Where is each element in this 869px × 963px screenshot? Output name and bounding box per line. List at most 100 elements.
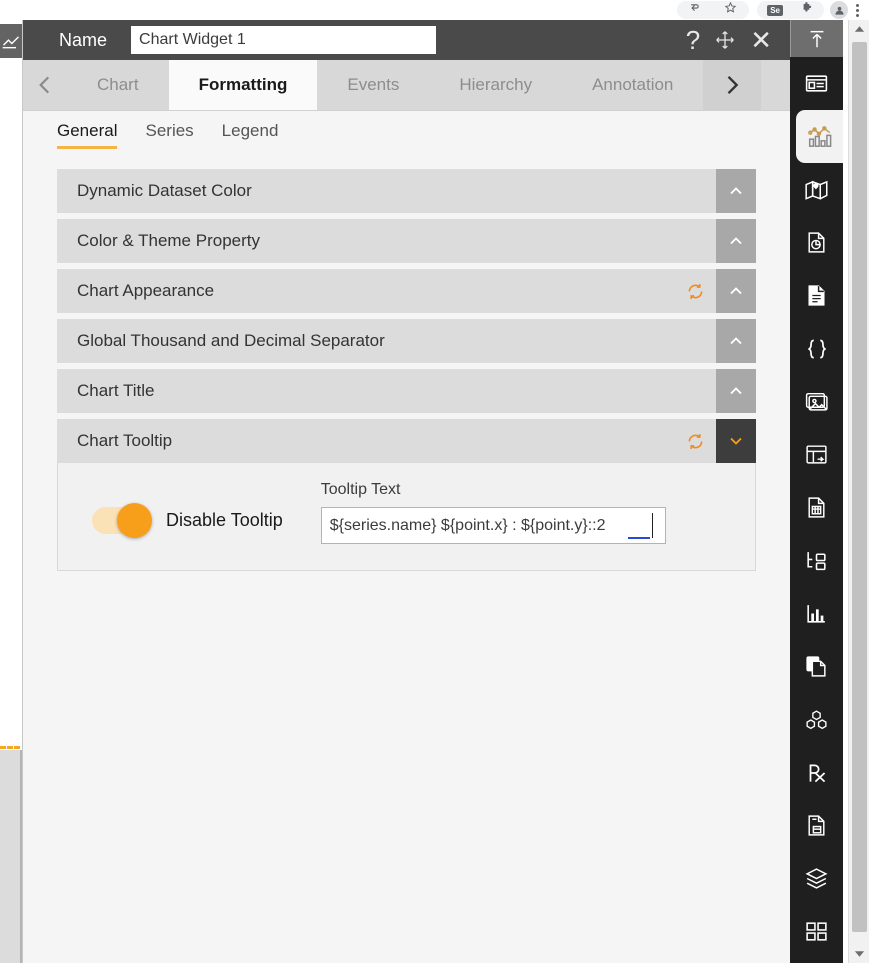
rail-item-code-braces[interactable] [790,322,843,375]
document-icon [804,283,829,308]
rail-item-panel-layout[interactable] [790,57,843,110]
scrollbar-up-button[interactable] [849,20,869,38]
reset-refresh-icon[interactable] [674,269,716,313]
tooltip-text-label: Tooltip Text [320,481,401,498]
rail-item-layers[interactable] [790,852,843,905]
image-icon [804,389,829,414]
rail-item-map[interactable] [790,163,843,216]
dialog-actions: ? ✕ [686,27,790,53]
tab-chart[interactable]: Chart [67,60,169,110]
left-gray-panel [0,750,20,963]
grid-squares-icon [804,919,829,944]
orange-dashed-guide [0,746,20,749]
rail-item-copy-document[interactable] [790,640,843,693]
accordion-title[interactable]: Chart Appearance [57,269,674,313]
accordion-row-chart-appearance[interactable]: Chart Appearance [57,269,756,313]
rail-item-document[interactable] [790,269,843,322]
chart-icon [807,124,833,150]
scrollbar-down-button[interactable] [849,945,869,963]
accordion-title[interactable]: Chart Title [57,369,716,413]
name-label: Name [59,29,108,50]
rail-item-cubes[interactable] [790,693,843,746]
accordion-row-dynamic-dataset-color[interactable]: Dynamic Dataset Color [57,169,756,213]
bookmark-star-icon[interactable] [724,1,737,19]
accordion-title[interactable]: Chart Tooltip [57,419,674,463]
right-icon-rail [790,20,843,963]
browser-toolbar: Se [0,0,869,20]
rail-item-form-document[interactable] [790,481,843,534]
form-document-icon [804,495,829,520]
partial-ruler-icon[interactable] [0,24,22,58]
disable-tooltip-label: Disable Tooltip [166,510,283,530]
accordion-collapse-button[interactable] [716,219,756,263]
subtab-general[interactable]: General [57,121,118,149]
rail-item-tree-hierarchy[interactable] [790,534,843,587]
map-icon [804,177,830,203]
rail-item-chart[interactable] [796,110,843,163]
report-pie-icon [804,230,829,255]
disable-tooltip-toggle[interactable] [92,503,152,538]
rail-item-report-pie[interactable] [790,216,843,269]
collapse-to-top-icon[interactable] [790,20,843,57]
accordion-collapse-button[interactable] [716,369,756,413]
rail-item-table-insert[interactable] [790,428,843,481]
puzzle-icon[interactable] [801,1,814,19]
tab-formatting[interactable]: Formatting [168,60,318,110]
accordion-row-chart-title[interactable]: Chart Title [57,369,756,413]
toggle-knob [117,503,152,538]
accordion-expand-button[interactable] [716,419,756,463]
accordion-collapse-button[interactable] [716,269,756,313]
panel-layout-icon [804,71,829,96]
accordion-title[interactable]: Dynamic Dataset Color [57,169,716,213]
scrollbar-thumb[interactable] [852,42,867,932]
tree-hierarchy-icon [804,548,829,573]
widget-name-input[interactable] [131,26,437,54]
accordion-row-chart-tooltip[interactable]: Chart Tooltip [57,419,756,463]
help-icon[interactable]: ? [686,27,700,53]
rail-item-grid-squares[interactable] [790,905,843,958]
main-tab-strip: Chart Formatting Events Hierarchy Annota… [23,60,790,111]
subtab-series[interactable]: Series [145,121,193,145]
accordion-title[interactable]: Color & Theme Property [57,219,716,263]
rail-item-document-save[interactable] [790,799,843,852]
tooltip-text-group: Tooltip Text [320,481,666,544]
extensions-group: Se [757,1,824,19]
tabs-next-button[interactable] [703,60,762,110]
se-extension-badge[interactable]: Se [767,4,783,16]
close-icon[interactable]: ✕ [750,27,772,53]
code-braces-icon [804,336,830,362]
profile-avatar-icon[interactable] [830,1,848,19]
tab-annotation[interactable]: Annotation [562,60,704,110]
accordion-row-global-thousand-decimal-separator[interactable]: Global Thousand and Decimal Separator [57,319,756,363]
reset-refresh-icon[interactable] [674,419,716,463]
prescription-rx-icon [804,760,830,786]
subtab-legend[interactable]: Legend [222,121,279,145]
kebab-menu-icon[interactable] [856,3,859,17]
rail-item-image[interactable] [790,375,843,428]
bar-chart-icon [804,601,829,626]
formatting-subtabs: General Series Legend [23,111,790,155]
widget-properties-dialog: Name ? ✕ Chart Formatting Events Hierarc… [22,20,790,963]
copy-document-icon [804,654,829,679]
layers-icon [804,866,829,891]
rail-item-bar-chart[interactable] [790,587,843,640]
tabs-prev-button[interactable] [23,60,67,110]
move-icon[interactable] [714,29,736,51]
accordion-collapse-button[interactable] [716,169,756,213]
rail-item-prescription-rx[interactable] [790,746,843,799]
text-caret [651,513,653,538]
extension-puzzle-icon[interactable] [689,1,702,19]
browser-action-group [677,1,750,19]
accordion-row-color-theme-property[interactable]: Color & Theme Property [57,219,756,263]
tab-events[interactable]: Events [317,60,430,110]
document-save-icon [804,813,829,838]
accordion-collapse-button[interactable] [716,319,756,363]
cubes-icon [804,707,829,732]
formatting-general-body: Dynamic Dataset Color Color & Theme Prop… [23,155,790,963]
tab-hierarchy[interactable]: Hierarchy [429,60,563,110]
accordion-title[interactable]: Global Thousand and Decimal Separator [57,319,716,363]
accordion-list: Dynamic Dataset Color Color & Theme Prop… [23,169,790,571]
tooltip-text-input[interactable] [320,507,666,544]
dialog-header: Name ? ✕ [23,20,790,60]
page-scrollbar[interactable] [848,20,869,963]
